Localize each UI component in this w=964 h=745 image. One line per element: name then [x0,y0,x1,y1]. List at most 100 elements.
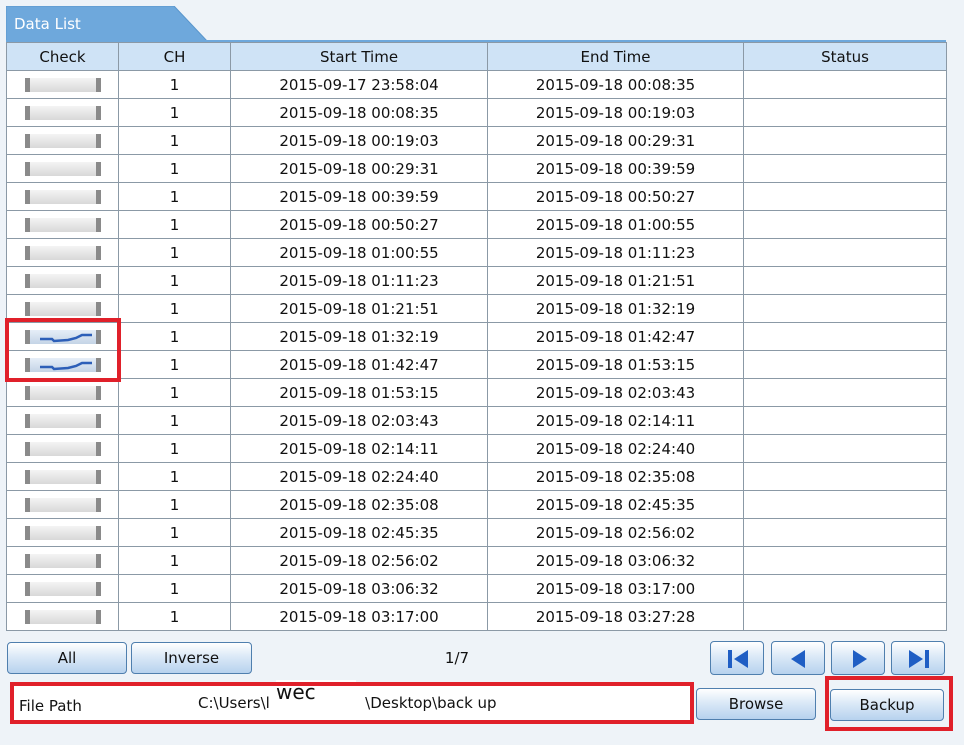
row-check-cell[interactable] [6,602,119,631]
row-checkbox[interactable] [24,162,101,176]
row-check-cell[interactable] [6,182,119,211]
next-page-button[interactable] [831,641,885,675]
table-row[interactable]: 1 2015-09-18 00:29:31 2015-09-18 00:39:59 [6,154,947,183]
row-checkbox[interactable] [24,554,101,568]
row-end-time: 2015-09-18 00:19:03 [487,98,744,127]
row-checkbox[interactable] [24,610,101,624]
row-end-time: 2015-09-18 01:42:47 [487,322,744,351]
column-header-check[interactable]: Check [6,42,119,71]
row-check-cell[interactable] [6,70,119,99]
row-channel: 1 [118,518,231,547]
row-checkbox-checked[interactable] [24,330,101,344]
table-row[interactable]: 1 2015-09-18 01:21:51 2015-09-18 01:32:19 [6,294,947,323]
row-check-cell[interactable] [6,434,119,463]
row-checkbox[interactable] [24,78,101,92]
table-row[interactable]: 1 2015-09-18 02:56:02 2015-09-18 03:06:32 [6,546,947,575]
table-row[interactable]: 1 2015-09-18 02:45:35 2015-09-18 02:56:02 [6,518,947,547]
table-row[interactable]: 1 2015-09-18 00:19:03 2015-09-18 00:29:31 [6,126,947,155]
row-checkbox[interactable] [24,190,101,204]
table-row[interactable]: 1 2015-09-18 03:06:32 2015-09-18 03:17:00 [6,574,947,603]
table-row[interactable]: 1 2015-09-18 00:39:59 2015-09-18 00:50:27 [6,182,947,211]
row-start-time: 2015-09-18 01:00:55 [230,238,488,267]
file-path-label: File Path [19,697,82,715]
row-checkbox[interactable] [24,134,101,148]
row-start-time: 2015-09-18 00:08:35 [230,98,488,127]
backup-button[interactable]: Backup [830,689,944,721]
row-status [743,266,947,295]
row-checkbox[interactable] [24,498,101,512]
row-check-cell[interactable] [6,518,119,547]
column-header-status[interactable]: Status [743,42,947,71]
column-header-end-time[interactable]: End Time [487,42,744,71]
table-row[interactable]: 1 2015-09-18 02:24:40 2015-09-18 02:35:08 [6,462,947,491]
row-check-cell[interactable] [6,238,119,267]
table-row[interactable]: 1 2015-09-18 00:50:27 2015-09-18 01:00:55 [6,210,947,239]
table-row[interactable]: 1 2015-09-18 02:35:08 2015-09-18 02:45:35 [6,490,947,519]
table-row[interactable]: 1 2015-09-18 00:08:35 2015-09-18 00:19:03 [6,98,947,127]
tab-data-list[interactable]: Data List [6,6,208,42]
row-check-cell[interactable] [6,462,119,491]
row-check-cell[interactable] [6,490,119,519]
row-checkbox[interactable] [24,246,101,260]
row-channel: 1 [118,406,231,435]
row-check-cell[interactable] [6,322,119,351]
row-checkbox[interactable] [24,470,101,484]
select-all-button[interactable]: All [7,642,127,674]
column-header-ch[interactable]: CH [118,42,231,71]
row-start-time: 2015-09-18 02:14:11 [230,434,488,463]
last-page-button[interactable] [891,641,945,675]
row-channel: 1 [118,294,231,323]
table-row[interactable]: 1 2015-09-18 01:42:47 2015-09-18 01:53:15 [6,350,947,379]
row-checkbox[interactable] [24,442,101,456]
row-check-cell[interactable] [6,546,119,575]
row-checkbox[interactable] [24,526,101,540]
row-checkbox[interactable] [24,582,101,596]
table-row[interactable]: 1 2015-09-18 03:17:00 2015-09-18 03:27:28 [6,602,947,631]
row-check-cell[interactable] [6,98,119,127]
previous-page-button[interactable] [771,641,825,675]
table-row[interactable]: 1 2015-09-18 01:11:23 2015-09-18 01:21:51 [6,266,947,295]
row-check-cell[interactable] [6,350,119,379]
row-checkbox[interactable] [24,218,101,232]
check-mark-icon [39,333,92,343]
row-check-cell[interactable] [6,126,119,155]
table-row[interactable]: 1 2015-09-18 02:03:43 2015-09-18 02:14:11 [6,406,947,435]
row-check-cell[interactable] [6,574,119,603]
row-check-cell[interactable] [6,266,119,295]
row-end-time: 2015-09-18 01:11:23 [487,238,744,267]
row-checkbox[interactable] [24,274,101,288]
row-checkbox[interactable] [24,386,101,400]
row-start-time: 2015-09-18 01:53:15 [230,378,488,407]
row-checkbox[interactable] [24,414,101,428]
row-channel: 1 [118,378,231,407]
row-status [743,602,947,631]
row-channel: 1 [118,462,231,491]
row-status [743,546,947,575]
file-path-input[interactable] [195,689,689,717]
row-check-cell[interactable] [6,210,119,239]
row-checkbox[interactable] [24,106,101,120]
table-row[interactable]: 1 2015-09-18 01:32:19 2015-09-18 01:42:47 [6,322,947,351]
row-check-cell[interactable] [6,294,119,323]
table-row[interactable]: 1 2015-09-18 02:14:11 2015-09-18 02:24:40 [6,434,947,463]
row-checkbox[interactable] [24,302,101,316]
row-end-time: 2015-09-18 00:08:35 [487,70,744,99]
browse-button[interactable]: Browse [696,688,816,720]
row-channel: 1 [118,70,231,99]
column-header-start-time[interactable]: Start Time [230,42,488,71]
row-status [743,294,947,323]
table-row[interactable]: 1 2015-09-18 01:00:55 2015-09-18 01:11:23 [6,238,947,267]
row-start-time: 2015-09-18 00:19:03 [230,126,488,155]
row-channel: 1 [118,574,231,603]
row-check-cell[interactable] [6,378,119,407]
row-end-time: 2015-09-18 02:14:11 [487,406,744,435]
first-page-button[interactable] [710,641,764,675]
inverse-selection-button[interactable]: Inverse [131,642,252,674]
table-row[interactable]: 1 2015-09-18 01:53:15 2015-09-18 02:03:43 [6,378,947,407]
row-checkbox-checked[interactable] [24,358,101,372]
row-status [743,406,947,435]
table-row[interactable]: 1 2015-09-17 23:58:04 2015-09-18 00:08:35 [6,70,947,99]
row-check-cell[interactable] [6,154,119,183]
row-check-cell[interactable] [6,406,119,435]
file-path-overlay-text: wec [276,680,356,704]
